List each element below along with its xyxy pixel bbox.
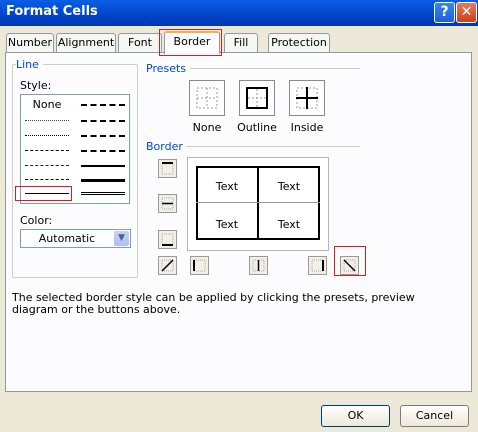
tab-fill[interactable]: Fill [224,33,258,52]
preset-inside-button[interactable] [289,80,325,116]
diagonal-button-highlight-box [334,246,366,276]
border-diagonal-up-button[interactable] [158,256,177,275]
tab-protection[interactable]: Protection [268,33,330,52]
style-medium-dashed[interactable] [81,150,125,152]
style-dotted[interactable] [25,135,69,136]
border-diagonal-up-icon [161,259,174,272]
help-button[interactable]: ? [434,2,455,23]
preset-none-icon [196,87,218,109]
border-inside-vertical-button[interactable] [249,256,268,275]
border-inside-horizontal-button[interactable] [158,194,177,213]
tab-alignment[interactable]: Alignment [56,33,116,52]
preset-inside-label: Inside [290,121,324,134]
border-top-button[interactable] [158,159,177,178]
border-top-icon [161,162,174,175]
style-label: Style: [20,79,52,92]
preview-cell-text: Text [277,180,301,193]
style-thick-solid[interactable] [81,179,125,182]
line-group-title: Line [16,58,43,71]
preset-outline-label: Outline [237,121,277,134]
border-left-icon [193,259,206,272]
preset-inside-icon [296,87,318,109]
selected-style-highlight-box [15,186,72,201]
tab-border[interactable]: Border [164,31,220,54]
style-medium-dash-dot-dot[interactable] [81,104,125,106]
chevron-down-icon[interactable]: ▼ [114,231,129,246]
preview-cell-text: Text [277,218,301,231]
tab-number[interactable]: Number [6,33,54,52]
border-bottom-icon [161,233,174,246]
style-dashed[interactable] [25,179,69,180]
border-right-icon [311,259,324,272]
preset-outline-button[interactable] [239,80,275,116]
tab-font[interactable]: Font [118,33,162,52]
presets-group-title: Presets [146,62,191,75]
border-inside-horizontal-icon [161,197,174,210]
color-dropdown[interactable]: Automatic ▼ [20,229,131,248]
style-dash-dot[interactable] [25,165,69,166]
window-title: Format Cells [6,4,98,19]
preview-cell-text: Text [215,218,239,231]
preset-none-label: None [192,121,222,134]
style-double[interactable] [81,192,125,195]
color-dropdown-value: Automatic [38,232,96,245]
border-group-title: Border [146,140,187,153]
border-left-button[interactable] [190,256,209,275]
preview-cell-text: Text [215,180,239,193]
style-hair[interactable] [25,120,69,121]
style-medium-dash-dot[interactable] [81,135,125,137]
border-inside-vertical-icon [252,259,265,272]
cancel-button[interactable]: Cancel [400,405,469,427]
title-bar: Format Cells ? ✕ [0,0,478,26]
presets-divider [190,68,360,69]
border-right-button[interactable] [308,256,327,275]
preview-inside-vertical-border[interactable] [257,166,259,240]
style-dash-dot-dot[interactable] [25,150,69,151]
color-label: Color: [20,214,53,227]
border-preview[interactable]: Text Text Text Text [187,157,329,251]
border-divider [186,146,360,147]
preset-none-button[interactable] [189,80,225,116]
preset-outline-icon [246,87,268,109]
style-none-label[interactable]: None [29,98,65,111]
border-bottom-button[interactable] [158,230,177,249]
style-slanted-dash-dot[interactable] [81,120,125,122]
close-button[interactable]: ✕ [456,2,477,23]
info-text: The selected border style can be applied… [12,291,415,316]
style-medium-solid[interactable] [81,165,125,167]
tab-border-label: Border [173,35,211,48]
ok-button[interactable]: OK [321,405,390,427]
preview-inside-horizontal-border[interactable] [196,202,320,203]
